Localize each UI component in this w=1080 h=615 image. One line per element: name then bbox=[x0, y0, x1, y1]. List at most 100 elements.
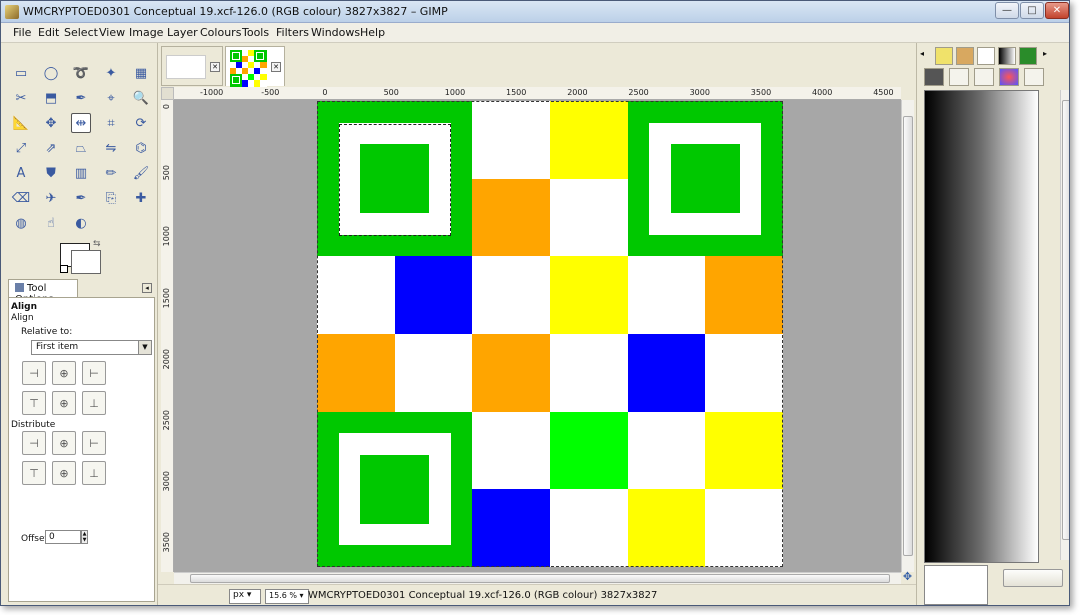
move-icon[interactable]: ✥ bbox=[41, 113, 61, 133]
distribute-bottom-button[interactable]: ⊥ bbox=[82, 461, 106, 485]
menu-help[interactable]: Help bbox=[360, 26, 385, 39]
tab-tool-options[interactable]: Tool Options bbox=[8, 279, 78, 305]
eraser-icon[interactable]: ⌫ bbox=[11, 188, 31, 208]
close-tab-icon[interactable]: ✕ bbox=[271, 62, 281, 72]
paths-icon[interactable]: ✒ bbox=[71, 88, 91, 108]
menu-image[interactable]: Image bbox=[129, 26, 163, 39]
relative-to-select[interactable]: First item ▼ bbox=[31, 340, 152, 355]
crop-icon[interactable]: ⌗ bbox=[101, 113, 121, 133]
distribute-center-button[interactable]: ⊕ bbox=[52, 431, 76, 455]
zoom-select[interactable]: 15.6 % ▾ bbox=[265, 589, 309, 604]
menu-windows[interactable]: Windows bbox=[311, 26, 360, 39]
distribute-left-button[interactable]: ⊣ bbox=[22, 431, 46, 455]
color-select-icon[interactable]: ▦ bbox=[131, 63, 151, 83]
close-button[interactable]: ✕ bbox=[1045, 2, 1069, 19]
horizontal-ruler[interactable]: -1000 -500 0 500 1000 1500 2000 2500 3000 3500 400… bbox=[174, 87, 901, 100]
swap-colors-icon[interactable]: ⇆ bbox=[93, 239, 101, 249]
minimize-button[interactable]: — bbox=[995, 2, 1019, 19]
rotate-icon[interactable]: ⟳ bbox=[131, 113, 151, 133]
stamp-icon[interactable] bbox=[949, 68, 969, 86]
dodge-burn-icon[interactable]: ◐ bbox=[71, 213, 91, 233]
unit-select[interactable]: px ▾ bbox=[229, 589, 261, 604]
fonts-icon[interactable] bbox=[1019, 47, 1037, 65]
cage-icon[interactable]: ⌬ bbox=[131, 138, 151, 158]
dock-scrollbar[interactable] bbox=[1060, 90, 1069, 560]
rect-select-icon[interactable]: ▭ bbox=[11, 63, 31, 83]
ellipse-select-icon[interactable]: ◯ bbox=[41, 63, 61, 83]
palette-icon[interactable] bbox=[935, 47, 953, 65]
dock-edit-button[interactable] bbox=[1003, 569, 1063, 587]
maximize-button[interactable]: □ bbox=[1020, 2, 1044, 19]
clone-icon[interactable]: ⎘ bbox=[101, 188, 121, 208]
foreground-select-icon[interactable]: ⬒ bbox=[41, 88, 61, 108]
airbrush-icon[interactable]: ✈ bbox=[41, 188, 61, 208]
align-center-button[interactable]: ⊕ bbox=[52, 361, 76, 385]
align-left-button[interactable]: ⊣ bbox=[22, 361, 46, 385]
brush-icon[interactable] bbox=[956, 47, 974, 65]
menu-select[interactable]: Select bbox=[64, 26, 98, 39]
align-icon[interactable]: ⇹ bbox=[71, 113, 91, 133]
image-tab-blank[interactable]: ✕ bbox=[161, 46, 223, 86]
pencil-icon[interactable]: ✏ bbox=[101, 163, 121, 183]
distribute-right-button[interactable]: ⊢ bbox=[82, 431, 106, 455]
tool-options-menu-icon[interactable]: ◂ bbox=[142, 283, 152, 293]
shear-icon[interactable]: ⇗ bbox=[41, 138, 61, 158]
gradient-icon[interactable] bbox=[998, 47, 1016, 65]
smudge-icon[interactable]: ☝ bbox=[41, 213, 61, 233]
menu-layer[interactable]: Layer bbox=[167, 26, 198, 39]
horizontal-scroll-thumb[interactable] bbox=[190, 574, 890, 583]
bucket-fill-icon[interactable]: ⛊ bbox=[41, 163, 61, 183]
align-top-button[interactable]: ⊤ bbox=[22, 391, 46, 415]
menu-tools[interactable]: Tools bbox=[242, 26, 269, 39]
menu-view[interactable]: View bbox=[99, 26, 125, 39]
brush-small-icon[interactable] bbox=[974, 68, 994, 86]
heal-icon[interactable]: ✚ bbox=[131, 188, 151, 208]
perspective-icon[interactable]: ⏢ bbox=[71, 138, 91, 158]
menu-filters[interactable]: Filters bbox=[276, 26, 309, 39]
paintbrush-icon[interactable]: 🖌 bbox=[131, 163, 151, 183]
close-tab-icon[interactable]: ✕ bbox=[210, 62, 220, 72]
gradient-preview[interactable] bbox=[924, 90, 1039, 563]
dock-right-menu-icon[interactable]: ▸ bbox=[1043, 49, 1047, 58]
colour-wheel-icon[interactable] bbox=[999, 68, 1019, 86]
blend-icon[interactable]: ▥ bbox=[71, 163, 91, 183]
navigate-icon[interactable]: ✥ bbox=[901, 571, 914, 584]
grid-cell bbox=[394, 256, 473, 335]
background-color[interactable] bbox=[71, 250, 101, 274]
ink-icon[interactable]: ✒ bbox=[71, 188, 91, 208]
paint-dynamics-icon[interactable] bbox=[924, 68, 944, 86]
scale-icon[interactable]: ⤢ bbox=[11, 138, 31, 158]
default-colors-icon[interactable] bbox=[60, 265, 68, 273]
dock-menu-icon[interactable]: ◂ bbox=[920, 49, 924, 58]
blur-icon[interactable]: ◍ bbox=[11, 213, 31, 233]
menu-colours[interactable]: Colours bbox=[200, 26, 241, 39]
align-middle-button[interactable]: ⊕ bbox=[52, 391, 76, 415]
image-canvas[interactable] bbox=[317, 101, 784, 568]
vertical-scrollbar[interactable] bbox=[901, 100, 914, 572]
pattern-icon[interactable] bbox=[977, 47, 995, 65]
swatches-icon[interactable] bbox=[1024, 68, 1044, 86]
vertical-scroll-thumb[interactable] bbox=[903, 116, 913, 556]
dock-scroll-thumb[interactable] bbox=[1062, 100, 1069, 540]
distribute-top-button[interactable]: ⊤ bbox=[22, 461, 46, 485]
text-icon[interactable]: A bbox=[11, 163, 31, 183]
color-picker-icon[interactable]: ⌖ bbox=[101, 88, 121, 108]
flip-icon[interactable]: ⇋ bbox=[101, 138, 121, 158]
menu-file[interactable]: File bbox=[13, 26, 31, 39]
image-tab-active[interactable]: ✕ bbox=[225, 46, 285, 87]
offset-input[interactable]: 0 bbox=[45, 530, 81, 544]
offset-spinner[interactable]: ▲ ▼ bbox=[81, 530, 88, 544]
horizontal-scrollbar[interactable] bbox=[174, 572, 901, 584]
align-right-button[interactable]: ⊢ bbox=[82, 361, 106, 385]
scissors-icon[interactable]: ✂ bbox=[11, 88, 31, 108]
lasso-icon[interactable]: ➰ bbox=[71, 63, 91, 83]
align-bottom-button[interactable]: ⊥ bbox=[82, 391, 106, 415]
distribute-middle-button[interactable]: ⊕ bbox=[52, 461, 76, 485]
vertical-ruler[interactable]: 0 500 1000 1500 2000 2500 3000 3500 bbox=[161, 100, 174, 572]
canvas-viewport[interactable] bbox=[174, 100, 901, 572]
quick-mask-icon[interactable] bbox=[161, 87, 174, 100]
menu-edit[interactable]: Edit bbox=[38, 26, 59, 39]
measure-icon[interactable]: 📐 bbox=[11, 113, 31, 133]
zoom-icon[interactable]: 🔍 bbox=[131, 88, 151, 108]
fuzzy-select-icon[interactable]: ✦ bbox=[101, 63, 121, 83]
